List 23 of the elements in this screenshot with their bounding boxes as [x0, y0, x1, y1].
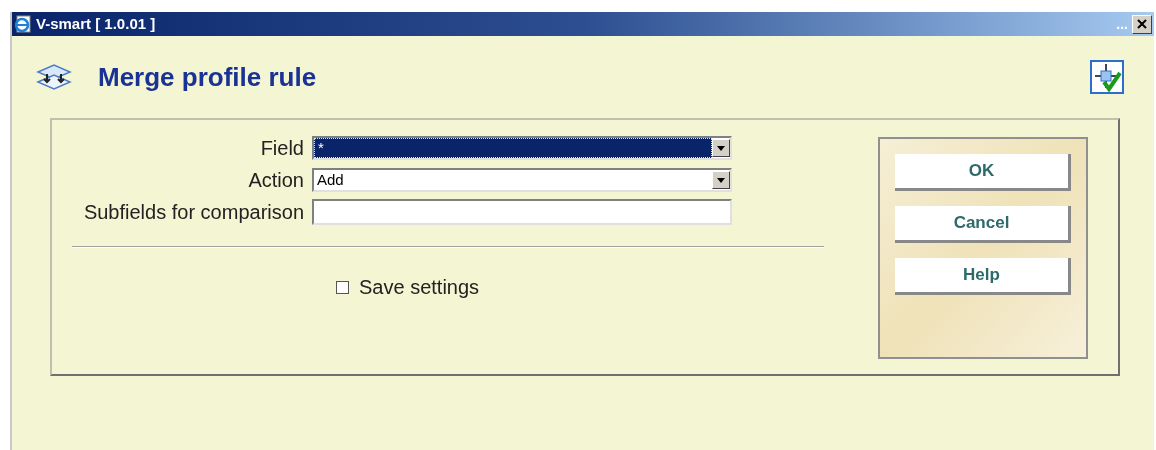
- caret-icon: [717, 177, 725, 183]
- field-label: Action: [247, 168, 304, 193]
- field-label: Subfields for comparison: [82, 200, 304, 225]
- close-button[interactable]: [1132, 14, 1152, 34]
- dropdown-button[interactable]: [712, 171, 730, 189]
- move-check-icon[interactable]: [1090, 60, 1124, 94]
- field-label: Field: [259, 136, 304, 161]
- layers-icon: [36, 62, 72, 92]
- window-title: V-smart [ 1.0.01 ]: [36, 13, 156, 34]
- browser-icon: [14, 15, 32, 33]
- checkbox[interactable]: [336, 280, 349, 294]
- title-ellipsis: ...: [1116, 14, 1128, 34]
- input-field[interactable]: [312, 199, 732, 225]
- dialog-button[interactable]: Help: [895, 258, 1071, 295]
- close-icon: [1137, 19, 1147, 29]
- page-heading: Merge profile rule: [98, 60, 317, 94]
- dropdown-field[interactable]: *: [312, 136, 732, 160]
- dialog-button[interactable]: OK: [895, 154, 1071, 191]
- checkbox-label: Save settings: [359, 275, 480, 300]
- dropdown-field[interactable]: Add: [312, 168, 732, 192]
- dialog-button[interactable]: Cancel: [895, 206, 1071, 243]
- dropdown-button[interactable]: [712, 139, 730, 157]
- caret-icon: [717, 145, 725, 151]
